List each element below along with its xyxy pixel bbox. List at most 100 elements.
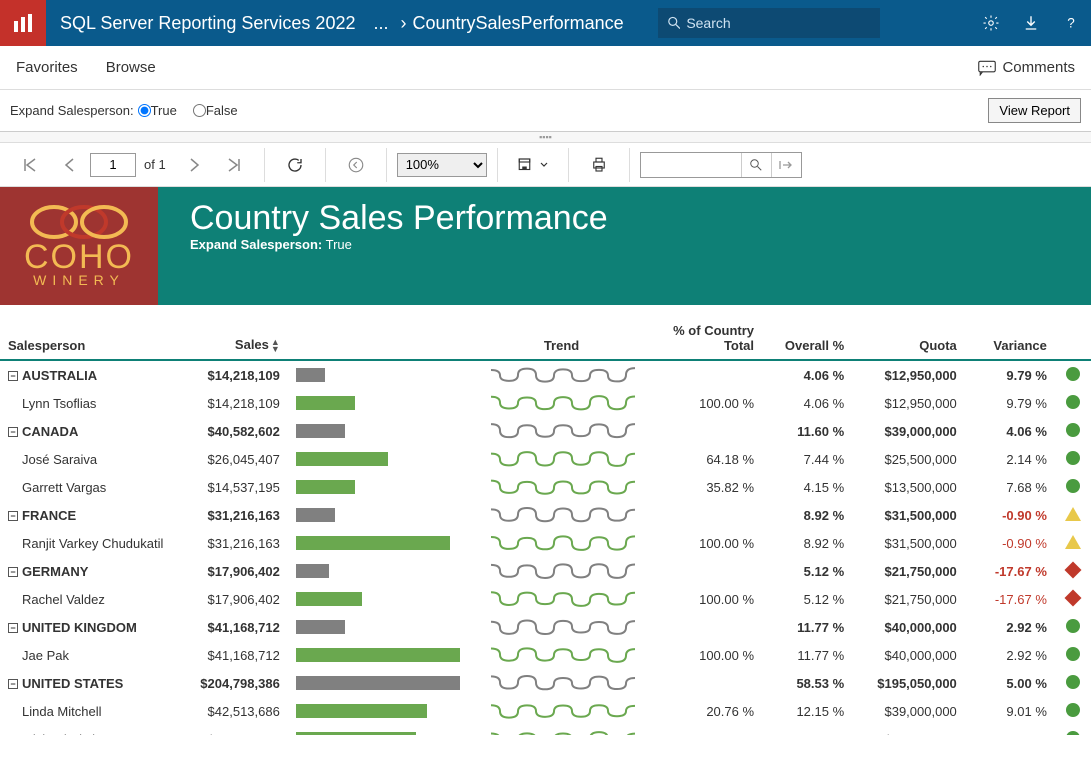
- col-sales[interactable]: Sales▲▼: [180, 317, 288, 360]
- row-pct-country: 20.76 %: [655, 697, 762, 725]
- view-report-button[interactable]: View Report: [988, 98, 1081, 123]
- sales-bar: [296, 564, 329, 578]
- coho-logo: COHO WINERY: [0, 187, 158, 305]
- detail-row: José Saraiva $26,045,407 64.18 % 7.44 % …: [0, 445, 1091, 473]
- trend-sparkline: [468, 725, 655, 735]
- tab-favorites[interactable]: Favorites: [16, 59, 78, 76]
- expand-toggle[interactable]: −: [8, 623, 18, 633]
- row-sales: $42,513,686: [180, 697, 288, 725]
- radio-true-label: True: [151, 103, 177, 118]
- settings-button[interactable]: [971, 0, 1011, 46]
- row-pct-country: 18.38 %: [655, 725, 762, 735]
- sales-bar: [296, 704, 427, 718]
- row-variance: 2.92 %: [965, 613, 1055, 641]
- print-button[interactable]: [579, 145, 619, 185]
- expand-toggle[interactable]: −: [8, 679, 18, 689]
- indicator-bad-icon: [1064, 589, 1081, 606]
- search-box[interactable]: [658, 8, 880, 38]
- col-salesperson[interactable]: Salesperson: [0, 317, 180, 360]
- radio-false[interactable]: [193, 104, 206, 117]
- row-sales: $17,906,402: [180, 557, 288, 585]
- row-overall: 4.15 %: [762, 473, 852, 501]
- splitter-grip[interactable]: ▪▪▪▪: [0, 132, 1091, 143]
- col-pct-country[interactable]: % of Country Total: [655, 317, 762, 360]
- col-overall[interactable]: Overall %: [762, 317, 852, 360]
- col-variance[interactable]: Variance: [965, 317, 1055, 360]
- row-quota: $40,000,000: [852, 641, 965, 669]
- indicator-ok-icon: [1066, 731, 1080, 736]
- trend-sparkline: [468, 529, 655, 557]
- last-page-button[interactable]: [214, 145, 254, 185]
- first-page-button[interactable]: [10, 145, 50, 185]
- radio-false-label: False: [206, 103, 238, 118]
- download-button[interactable]: [1011, 0, 1051, 46]
- row-sales: $14,537,195: [180, 473, 288, 501]
- report-viewport[interactable]: COHO WINERY Country Sales Performance Ex…: [0, 187, 1091, 735]
- back-button[interactable]: [336, 145, 376, 185]
- row-name: CANADA: [22, 424, 78, 439]
- row-quota: $31,500,000: [852, 529, 965, 557]
- breadcrumb-current[interactable]: CountrySalesPerformance: [413, 13, 624, 34]
- row-quota: $23,000,000: [852, 725, 965, 735]
- indicator-ok-icon: [1066, 423, 1080, 437]
- row-overall: 8.92 %: [762, 501, 852, 529]
- trend-sparkline: [468, 473, 655, 501]
- sales-bar: [296, 620, 345, 634]
- row-variance: -17.67 %: [965, 585, 1055, 613]
- group-row: −UNITED KINGDOM $41,168,712 11.77 % $40,…: [0, 613, 1091, 641]
- refresh-button[interactable]: [275, 145, 315, 185]
- row-variance: 5.00 %: [965, 669, 1055, 697]
- zoom-select[interactable]: 100%: [397, 153, 487, 177]
- find-next-button[interactable]: [771, 153, 801, 177]
- expand-toggle[interactable]: −: [8, 567, 18, 577]
- detail-row: Garrett Vargas $14,537,195 35.82 % 4.15 …: [0, 473, 1091, 501]
- expand-toggle[interactable]: −: [8, 427, 18, 437]
- indicator-ok-icon: [1066, 451, 1080, 465]
- tab-browse[interactable]: Browse: [106, 59, 156, 76]
- row-sales: $41,168,712: [180, 613, 288, 641]
- next-page-button[interactable]: [174, 145, 214, 185]
- page-number-input[interactable]: [90, 153, 136, 177]
- row-sales: $37,631,782: [180, 725, 288, 735]
- find-button[interactable]: [741, 153, 771, 177]
- row-overall: 58.53 %: [762, 669, 852, 697]
- row-quota: $195,050,000: [852, 669, 965, 697]
- search-input[interactable]: [686, 15, 869, 31]
- app-title: SQL Server Reporting Services 2022: [60, 13, 355, 34]
- row-overall: 7.44 %: [762, 445, 852, 473]
- row-pct-country: [655, 669, 762, 697]
- top-header: SQL Server Reporting Services 2022 ... ›…: [0, 0, 1091, 46]
- sales-bar: [296, 732, 416, 735]
- logo-text: COHO: [24, 242, 134, 272]
- row-variance: 63.62 %: [965, 725, 1055, 735]
- col-indicator: [1055, 317, 1091, 360]
- indicator-ok-icon: [1066, 479, 1080, 493]
- row-variance: -0.90 %: [965, 529, 1055, 557]
- row-quota: $39,000,000: [852, 697, 965, 725]
- radio-true[interactable]: [138, 104, 151, 117]
- breadcrumb-ellipsis[interactable]: ...: [373, 13, 388, 34]
- expand-toggle[interactable]: −: [8, 371, 18, 381]
- row-overall: 10.76 %: [762, 725, 852, 735]
- row-pct-country: [655, 557, 762, 585]
- find-input[interactable]: [641, 157, 741, 172]
- trend-sparkline: [468, 697, 655, 725]
- col-trend[interactable]: Trend: [468, 317, 655, 360]
- expand-toggle[interactable]: −: [8, 511, 18, 521]
- indicator-bad-icon: [1064, 561, 1081, 578]
- sales-bar: [296, 480, 355, 494]
- export-button[interactable]: [508, 145, 558, 185]
- row-variance: 7.68 %: [965, 473, 1055, 501]
- col-quota[interactable]: Quota: [852, 317, 965, 360]
- row-overall: 11.77 %: [762, 641, 852, 669]
- row-quota: $39,000,000: [852, 417, 965, 445]
- help-button[interactable]: ?: [1051, 0, 1091, 46]
- prev-page-button[interactable]: [50, 145, 90, 185]
- comments-button[interactable]: Comments: [978, 59, 1075, 76]
- report-title: Country Sales Performance: [190, 199, 608, 238]
- breadcrumb: ... › CountrySalesPerformance: [373, 13, 623, 34]
- logo-subtext: WINERY: [33, 272, 125, 288]
- detail-row: Jae Pak $41,168,712 100.00 % 11.77 % $40…: [0, 641, 1091, 669]
- row-variance: 2.92 %: [965, 641, 1055, 669]
- trend-sparkline: [468, 501, 655, 529]
